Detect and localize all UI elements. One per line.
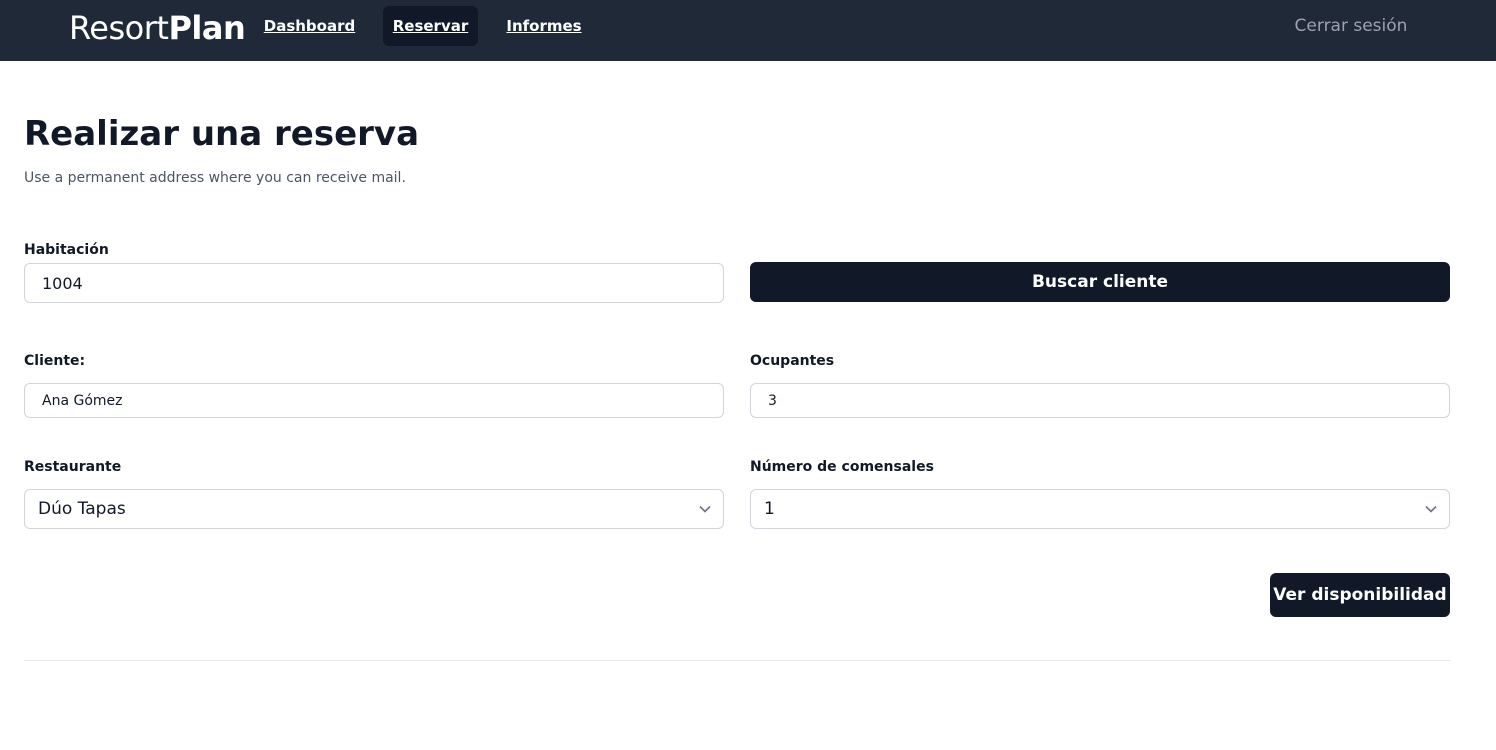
ver-disponibilidad-button[interactable]: Ver disponibilidad (1270, 573, 1450, 617)
top-navbar: ResortPlan Dashboard Reservar Informes C… (0, 0, 1496, 61)
habitacion-label: Habitación (24, 242, 109, 258)
brand-logo-bold: Plan (168, 9, 246, 47)
ocupantes-label: Ocupantes (750, 353, 835, 369)
restaurante-select[interactable]: Dúo Tapas (24, 489, 724, 529)
habitacion-input[interactable]: 1004 (24, 263, 724, 303)
cliente-value: Ana Gómez (42, 392, 123, 409)
logout-button[interactable]: Cerrar sesión (1280, 6, 1422, 46)
page-subtitle: Use a permanent address where you can re… (24, 170, 406, 186)
habitacion-value: 1004 (42, 273, 83, 293)
restaurante-value: Dúo Tapas (38, 499, 126, 519)
chevron-down-icon (1425, 505, 1437, 513)
brand-logo-light: Resort (69, 9, 169, 47)
ocupantes-input[interactable]: 3 (750, 383, 1450, 418)
cliente-input[interactable]: Ana Gómez (24, 383, 724, 418)
comensales-label: Número de comensales (750, 459, 934, 475)
brand-logo[interactable]: ResortPlan (69, 9, 246, 47)
nav-link-dashboard[interactable]: Dashboard (262, 6, 357, 46)
chevron-down-icon (699, 505, 711, 513)
cliente-label: Cliente: (24, 353, 86, 369)
nav-link-reservar[interactable]: Reservar (383, 6, 478, 46)
restaurante-label: Restaurante (24, 459, 122, 475)
section-divider (24, 660, 1450, 661)
ocupantes-value: 3 (768, 392, 777, 409)
comensales-select[interactable]: 1 (750, 489, 1450, 529)
page-title: Realizar una reserva (24, 114, 420, 154)
nav-link-informes[interactable]: Informes (500, 6, 588, 46)
comensales-value: 1 (764, 499, 775, 519)
buscar-cliente-button[interactable]: Buscar cliente (750, 262, 1450, 302)
